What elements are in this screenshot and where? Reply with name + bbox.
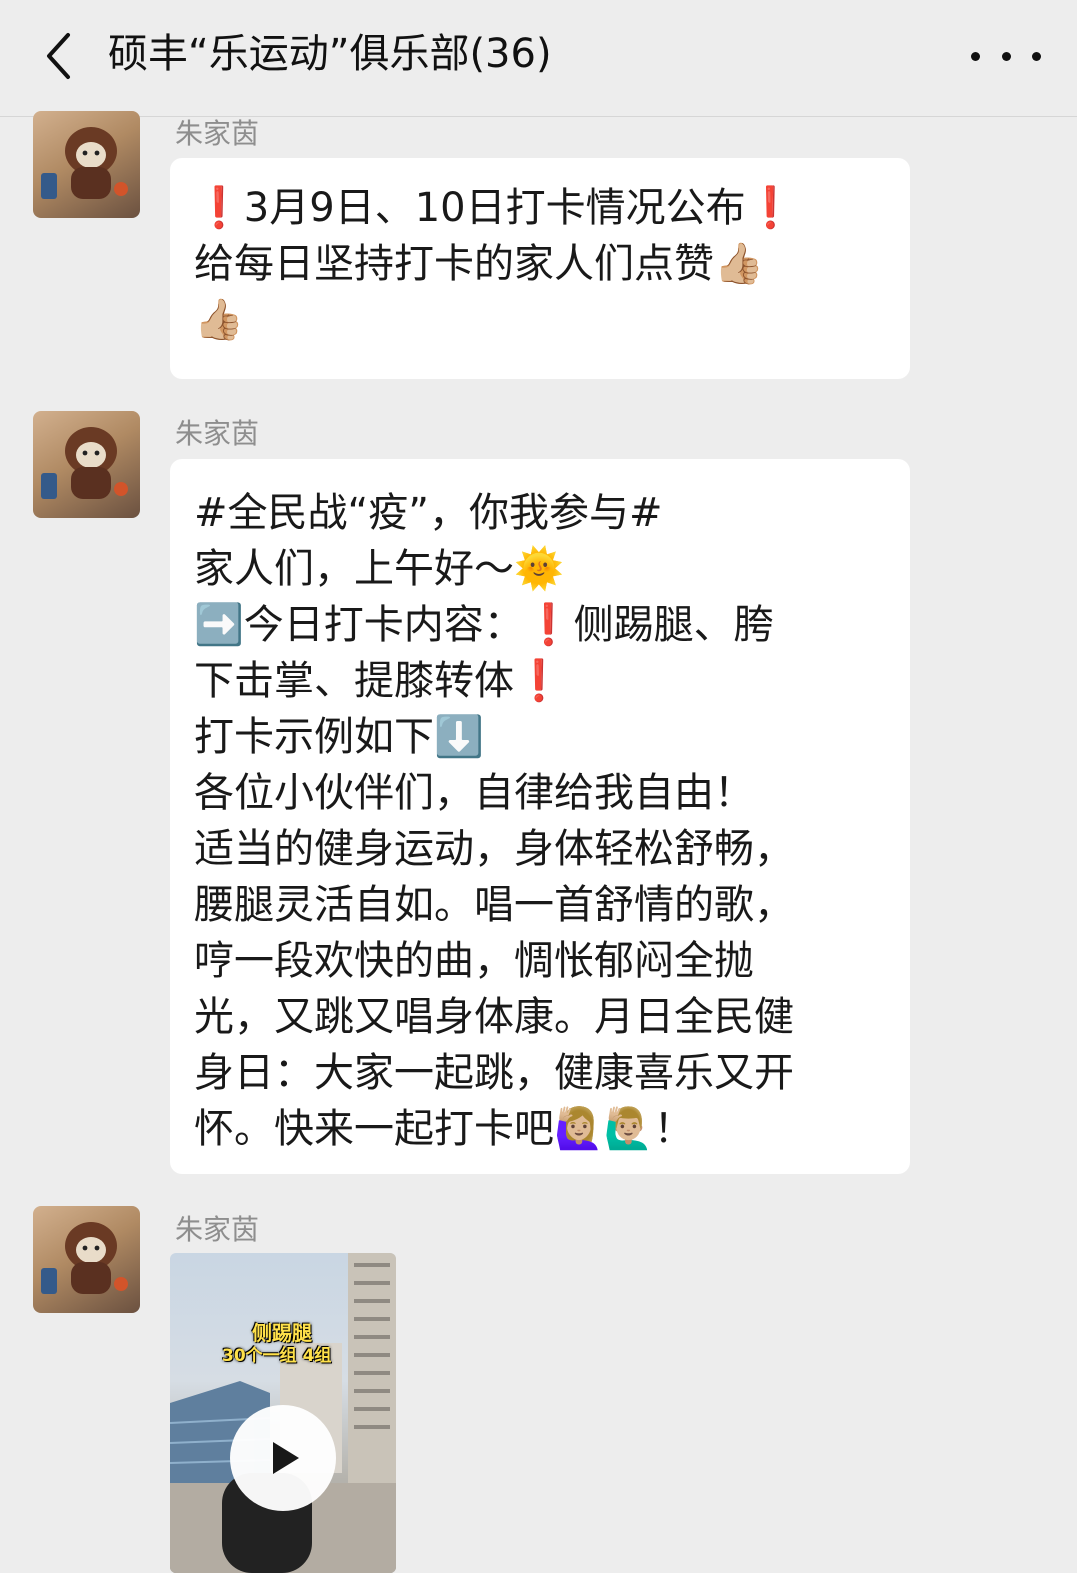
avatar-image [41,427,128,499]
more-dots-icon [971,51,980,61]
message-text-line: 适当的健身运动，身体轻松舒畅， [194,826,794,872]
avatar-image [41,1222,128,1294]
message-text-line: 哼一段欢快的曲，惆怅郁闷全抛 [194,938,754,984]
sender-name: 朱家茵 [175,1213,260,1246]
message-text-line: ➡️今日打卡内容：❗侧踢腿、胯 [194,602,774,648]
avatar[interactable] [33,111,140,218]
message-text-line: ❗3月9日、10日打卡情况公布❗ [194,185,796,231]
avatar-image [41,127,128,199]
chat-header: 硕丰“乐运动”俱乐部(36) [0,0,1077,117]
message-bubble[interactable]: #全民战“疫”，你我参与# 家人们，上午好～🌞 ➡️今日打卡内容：❗侧踢腿、胯 … [170,459,910,1174]
message-text-line: 给每日坚持打卡的家人们点赞👍🏼 [194,241,764,287]
message-text-line: 家人们，上午好～🌞 [194,546,564,592]
chat-title: 硕丰“乐运动”俱乐部(36) [108,31,552,77]
play-icon [273,1442,299,1474]
video-message[interactable]: 侧踢腿 30个一组 4组 [170,1253,396,1573]
message-text-line: 怀。快来一起打卡吧🙋🏼‍♀️🙋🏼‍♂️！ [194,1106,694,1152]
message-text-line: 打卡示例如下⬇️ [194,714,484,760]
message-bubble[interactable]: ❗3月9日、10日打卡情况公布❗ 给每日坚持打卡的家人们点赞👍🏼 👍🏼 [170,158,910,379]
sender-name: 朱家茵 [175,417,260,450]
video-caption: 30个一组 4组 [222,1346,332,1366]
avatar[interactable] [33,411,140,518]
message-text-line: 👍🏼 [194,297,244,343]
sender-name: 朱家茵 [175,117,260,150]
message-text-line: #全民战“疫”，你我参与# [194,490,663,536]
avatar[interactable] [33,1206,140,1313]
more-button[interactable] [971,34,1041,78]
message-text-line: 各位小伙伴们，自律给我自由！ [194,770,754,816]
message-text-line: 腰腿灵活自如。唱一首舒情的歌， [194,882,794,928]
chevron-left-icon [47,33,70,79]
message-text-line: 光，又跳又唱身体康。月日全民健 [194,994,794,1040]
message-text-line: 下击掌、提膝转体❗ [194,658,564,704]
back-button[interactable] [30,26,86,86]
play-button[interactable] [230,1405,336,1511]
message-text-line: 身日：大家一起跳，健康喜乐又开 [194,1050,794,1096]
